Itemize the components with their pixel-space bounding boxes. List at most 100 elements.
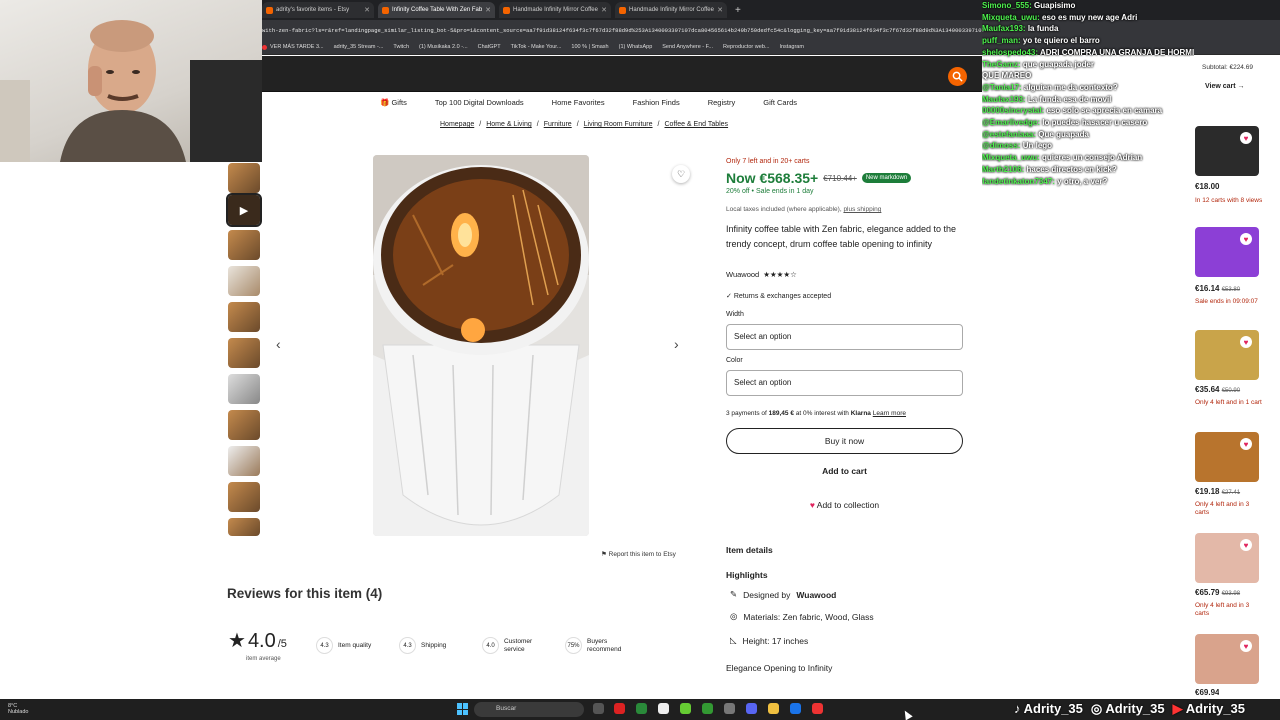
thumbnail[interactable]: [228, 338, 260, 368]
next-image-button[interactable]: ›: [674, 336, 679, 352]
nav-registry[interactable]: Registry: [708, 98, 736, 107]
tiktok-icon: ♪: [1014, 701, 1021, 716]
thumbnail[interactable]: [228, 374, 260, 404]
url-text[interactable]: with-zen-fabric?ls=r&ref=landingpage_sim…: [262, 27, 992, 34]
chat-user: @estefaniaaa:: [982, 129, 1037, 139]
new-tab-icon[interactable]: +: [735, 5, 741, 16]
report-link[interactable]: ⚑ Report this item to Etsy: [601, 550, 676, 558]
handle-text: Adrity_35: [1023, 701, 1083, 716]
browser-tab[interactable]: adrity's favorite items - Etsy ✕: [262, 2, 374, 18]
chat-message: shelospedo43: ADRI COMPRA UNA GRANJA DE …: [982, 47, 1194, 59]
task-view-icon[interactable]: [593, 703, 604, 714]
breadcrumb-separator: /: [536, 121, 539, 128]
old-price: €710.44+: [823, 173, 857, 183]
thumbnail[interactable]: [228, 482, 260, 512]
breadcrumb-link[interactable]: Living Room Furniture: [584, 121, 653, 128]
thumbnail[interactable]: [228, 410, 260, 440]
browser-tab[interactable]: Handmade Infinity Mirror Coffee ✕: [615, 2, 728, 18]
add-to-collection-button[interactable]: ♥ Add to collection: [726, 500, 963, 516]
windows-start-icon[interactable]: [457, 703, 469, 715]
nav-fashion-finds[interactable]: Fashion Finds: [633, 98, 680, 107]
browser-icon[interactable]: [790, 703, 801, 714]
bookmark[interactable]: adrity_35 Stream -...: [334, 44, 384, 50]
weather-widget[interactable]: 8°C Nublado: [8, 703, 29, 715]
side-product-note: Only 4 left and in 3 carts: [1195, 602, 1250, 617]
chat-text: yo te quiero el barro: [1022, 36, 1100, 46]
nav-gifts[interactable]: 🎁 Gifts: [380, 98, 407, 107]
heart-icon[interactable]: ♥: [1240, 132, 1252, 144]
nav-home-favorites[interactable]: Home Favorites: [552, 98, 605, 107]
close-icon[interactable]: ✕: [601, 6, 607, 14]
browser-tab-active[interactable]: Infinity Coffee Table With Zen Fab ✕: [378, 2, 496, 18]
chat-user: Maufax193:: [982, 24, 1026, 34]
rating-value: 4.0: [247, 630, 276, 652]
thumbnail[interactable]: [228, 163, 260, 193]
thumbnail[interactable]: [228, 302, 260, 332]
etsy-favicon-icon: [382, 6, 389, 14]
nav-top-100[interactable]: Top 100 Digital Downloads: [435, 98, 524, 107]
app-icon[interactable]: [680, 703, 691, 714]
shipping-link[interactable]: plus shipping: [843, 206, 881, 213]
width-select[interactable]: Select an option: [726, 324, 963, 350]
bookmark[interactable]: (1) Musikaka 2.0 -...: [419, 44, 468, 50]
discord-icon[interactable]: [746, 703, 757, 714]
heart-icon[interactable]: ♥: [1240, 336, 1252, 348]
app-icon[interactable]: [812, 703, 823, 714]
heart-icon[interactable]: ♥: [1240, 233, 1252, 245]
bookmark[interactable]: 100 % | Smash: [571, 44, 608, 50]
close-icon[interactable]: ✕: [364, 6, 370, 14]
item-details-heading: Item details: [726, 545, 773, 555]
chrome-icon[interactable]: [636, 703, 647, 714]
breadcrumb-link[interactable]: Furniture: [544, 121, 572, 128]
side-product-price: €65.79 €93.98: [1195, 588, 1240, 597]
color-select[interactable]: Select an option: [726, 370, 963, 396]
bookmark[interactable]: Send Anywhere - F...: [662, 44, 713, 50]
breadcrumb-link[interactable]: Homepage: [440, 121, 474, 128]
bookmark[interactable]: TikTok - Make Your...: [511, 44, 562, 50]
previous-image-button[interactable]: ‹: [276, 336, 281, 352]
breadcrumb-link[interactable]: Coffee & End Tables: [664, 121, 728, 128]
video-thumbnail[interactable]: ▶: [226, 193, 262, 227]
app-icon[interactable]: [702, 703, 713, 714]
thumbnail[interactable]: [228, 518, 260, 536]
bookmark[interactable]: (1) WhatsApp: [619, 44, 653, 50]
designer-name[interactable]: Wuawood: [796, 590, 836, 600]
shop-name[interactable]: Wuawood: [726, 270, 759, 279]
add-to-cart-button[interactable]: Add to cart: [726, 466, 963, 482]
favorite-heart-button[interactable]: ♡: [672, 165, 690, 183]
bookmark[interactable]: Reproductor web...: [723, 44, 769, 50]
etsy-header: [262, 56, 982, 92]
taskbar-search[interactable]: Buscar: [474, 702, 584, 717]
view-cart-link[interactable]: View cart →: [1205, 83, 1245, 90]
search-button[interactable]: [948, 67, 967, 86]
app-icon[interactable]: [724, 703, 735, 714]
heart-icon[interactable]: ♥: [1240, 539, 1252, 551]
product-main-image[interactable]: [373, 155, 589, 536]
heart-icon[interactable]: ♥: [1240, 438, 1252, 450]
heart-icon[interactable]: ♥: [1240, 640, 1252, 652]
bookmark[interactable]: VER MÁS TARDE 3...: [262, 44, 324, 50]
learn-more-link[interactable]: Learn more: [873, 410, 906, 417]
file-icon[interactable]: [658, 703, 669, 714]
highlight-text: Materials: Zen fabric, Wood, Glass: [743, 611, 874, 622]
review-stat: 4.0 Customer service: [482, 637, 552, 654]
bookmark[interactable]: Twitch: [393, 44, 409, 50]
nav-gift-cards[interactable]: Gift Cards: [763, 98, 797, 107]
breadcrumb-link[interactable]: Home & Living: [486, 121, 532, 128]
klarna-text: at 0% interest with: [795, 410, 849, 417]
instagram-icon: ◎: [1090, 701, 1103, 716]
close-icon[interactable]: ✕: [485, 6, 491, 14]
browser-tab[interactable]: Handmade Infinity Mirror Coffee ✕: [499, 2, 612, 18]
discount-notice: 20% off • Sale ends in 1 day: [726, 188, 814, 195]
bookmark-label: (1) Musikaka 2.0 -...: [419, 44, 468, 50]
app-icon[interactable]: [614, 703, 625, 714]
thumbnail[interactable]: [228, 446, 260, 476]
folder-icon[interactable]: [768, 703, 779, 714]
thumbnail[interactable]: [228, 230, 260, 260]
close-icon[interactable]: ✕: [717, 6, 723, 14]
buy-now-button[interactable]: Buy it now: [726, 428, 963, 454]
bookmark[interactable]: ChatGPT: [478, 44, 501, 50]
thumbnail[interactable]: [228, 266, 260, 296]
bookmark-label: VER MÁS TARDE 3...: [270, 44, 324, 50]
bookmark[interactable]: Instagram: [779, 44, 803, 50]
